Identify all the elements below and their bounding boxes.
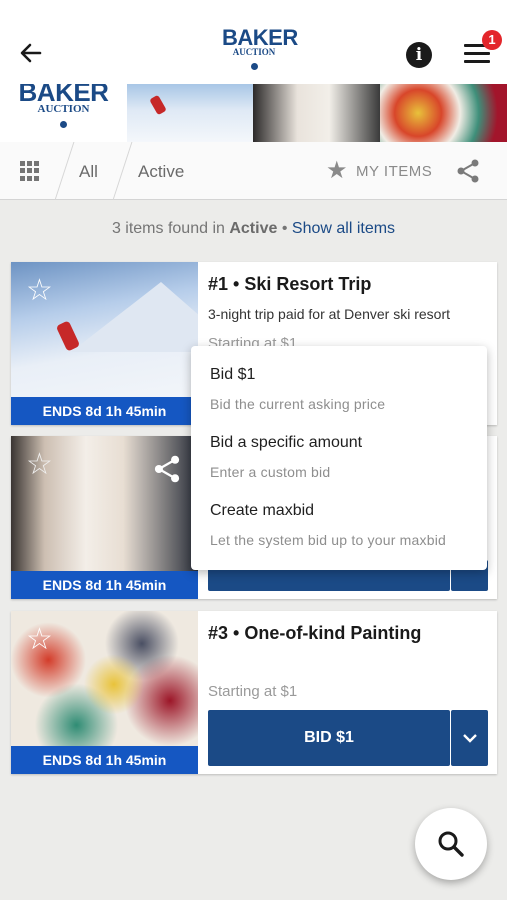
favorite-star-icon[interactable]: ☆	[26, 276, 53, 306]
favorite-star-icon[interactable]: ☆	[26, 450, 53, 480]
star-icon: ★	[326, 157, 349, 184]
ends-timer: ENDS 8d 1h 45min	[11, 571, 198, 599]
chevron-down-icon	[463, 734, 477, 743]
tab-all[interactable]: All	[79, 162, 98, 182]
item-title[interactable]: #3 • One-of-kind Painting	[208, 623, 421, 644]
notification-badge: 1	[482, 30, 502, 50]
baker-auction-logo[interactable]: BAKER AUCTION	[222, 27, 298, 72]
bid-options-button[interactable]	[451, 710, 488, 766]
item-title[interactable]: #1 • Ski Resort Trip	[208, 274, 371, 295]
app-header: BAKER AUCTION i 1	[0, 0, 507, 84]
banner-painting-image[interactable]	[380, 84, 507, 142]
info-icon[interactable]: i	[406, 42, 432, 68]
item-image[interactable]: ☆ ENDS 8d 1h 45min	[11, 262, 198, 425]
back-arrow-icon[interactable]	[18, 40, 44, 66]
banner-logo-emblem	[60, 121, 67, 128]
bid-options-menu: Bid $1 Bid the current asking price Bid …	[191, 346, 487, 570]
share-icon[interactable]	[455, 158, 481, 184]
menu-item-create-maxbid[interactable]: Create maxbid Let the system bid up to y…	[210, 502, 446, 548]
results-summary: 3 items found in Active • Show all items	[111, 220, 396, 237]
results-filter: Active	[229, 220, 278, 237]
item-image[interactable]: ☆ ENDS 8d 1h 45min	[11, 611, 198, 774]
grid-view-icon[interactable]	[20, 161, 40, 181]
starting-price: Starting at $1	[208, 683, 298, 700]
share-icon[interactable]	[152, 454, 182, 484]
banner-piano-image[interactable]	[253, 84, 380, 142]
logo-emblem	[250, 63, 258, 70]
my-items-label: MY ITEMS	[356, 162, 433, 180]
bid-button[interactable]: BID $1	[208, 710, 450, 766]
ends-timer: ENDS 8d 1h 45min	[11, 746, 198, 774]
item-card[interactable]: ☆ ENDS 8d 1h 45min #3 • One-of-kind Pain…	[11, 611, 497, 774]
ends-timer: ENDS 8d 1h 45min	[11, 397, 198, 425]
show-all-items-link[interactable]: Show all items	[292, 220, 395, 237]
tab-active[interactable]: Active	[138, 162, 184, 182]
item-description: 3-night trip paid for at Denver ski reso…	[208, 306, 450, 322]
menu-item-bid-specific[interactable]: Bid a specific amount Enter a custom bid	[210, 434, 362, 480]
favorite-star-icon[interactable]: ☆	[26, 625, 53, 655]
banner-logo: BAKER AUCTION	[0, 84, 127, 142]
search-icon	[438, 831, 464, 857]
search-fab[interactable]	[415, 808, 487, 880]
featured-banner: BAKER AUCTION	[0, 84, 507, 142]
my-items-button[interactable]: ★ MY ITEMS	[326, 158, 432, 184]
banner-ski-image[interactable]	[127, 84, 253, 142]
menu-item-bid-current[interactable]: Bid $1 Bid the current asking price	[210, 366, 385, 412]
